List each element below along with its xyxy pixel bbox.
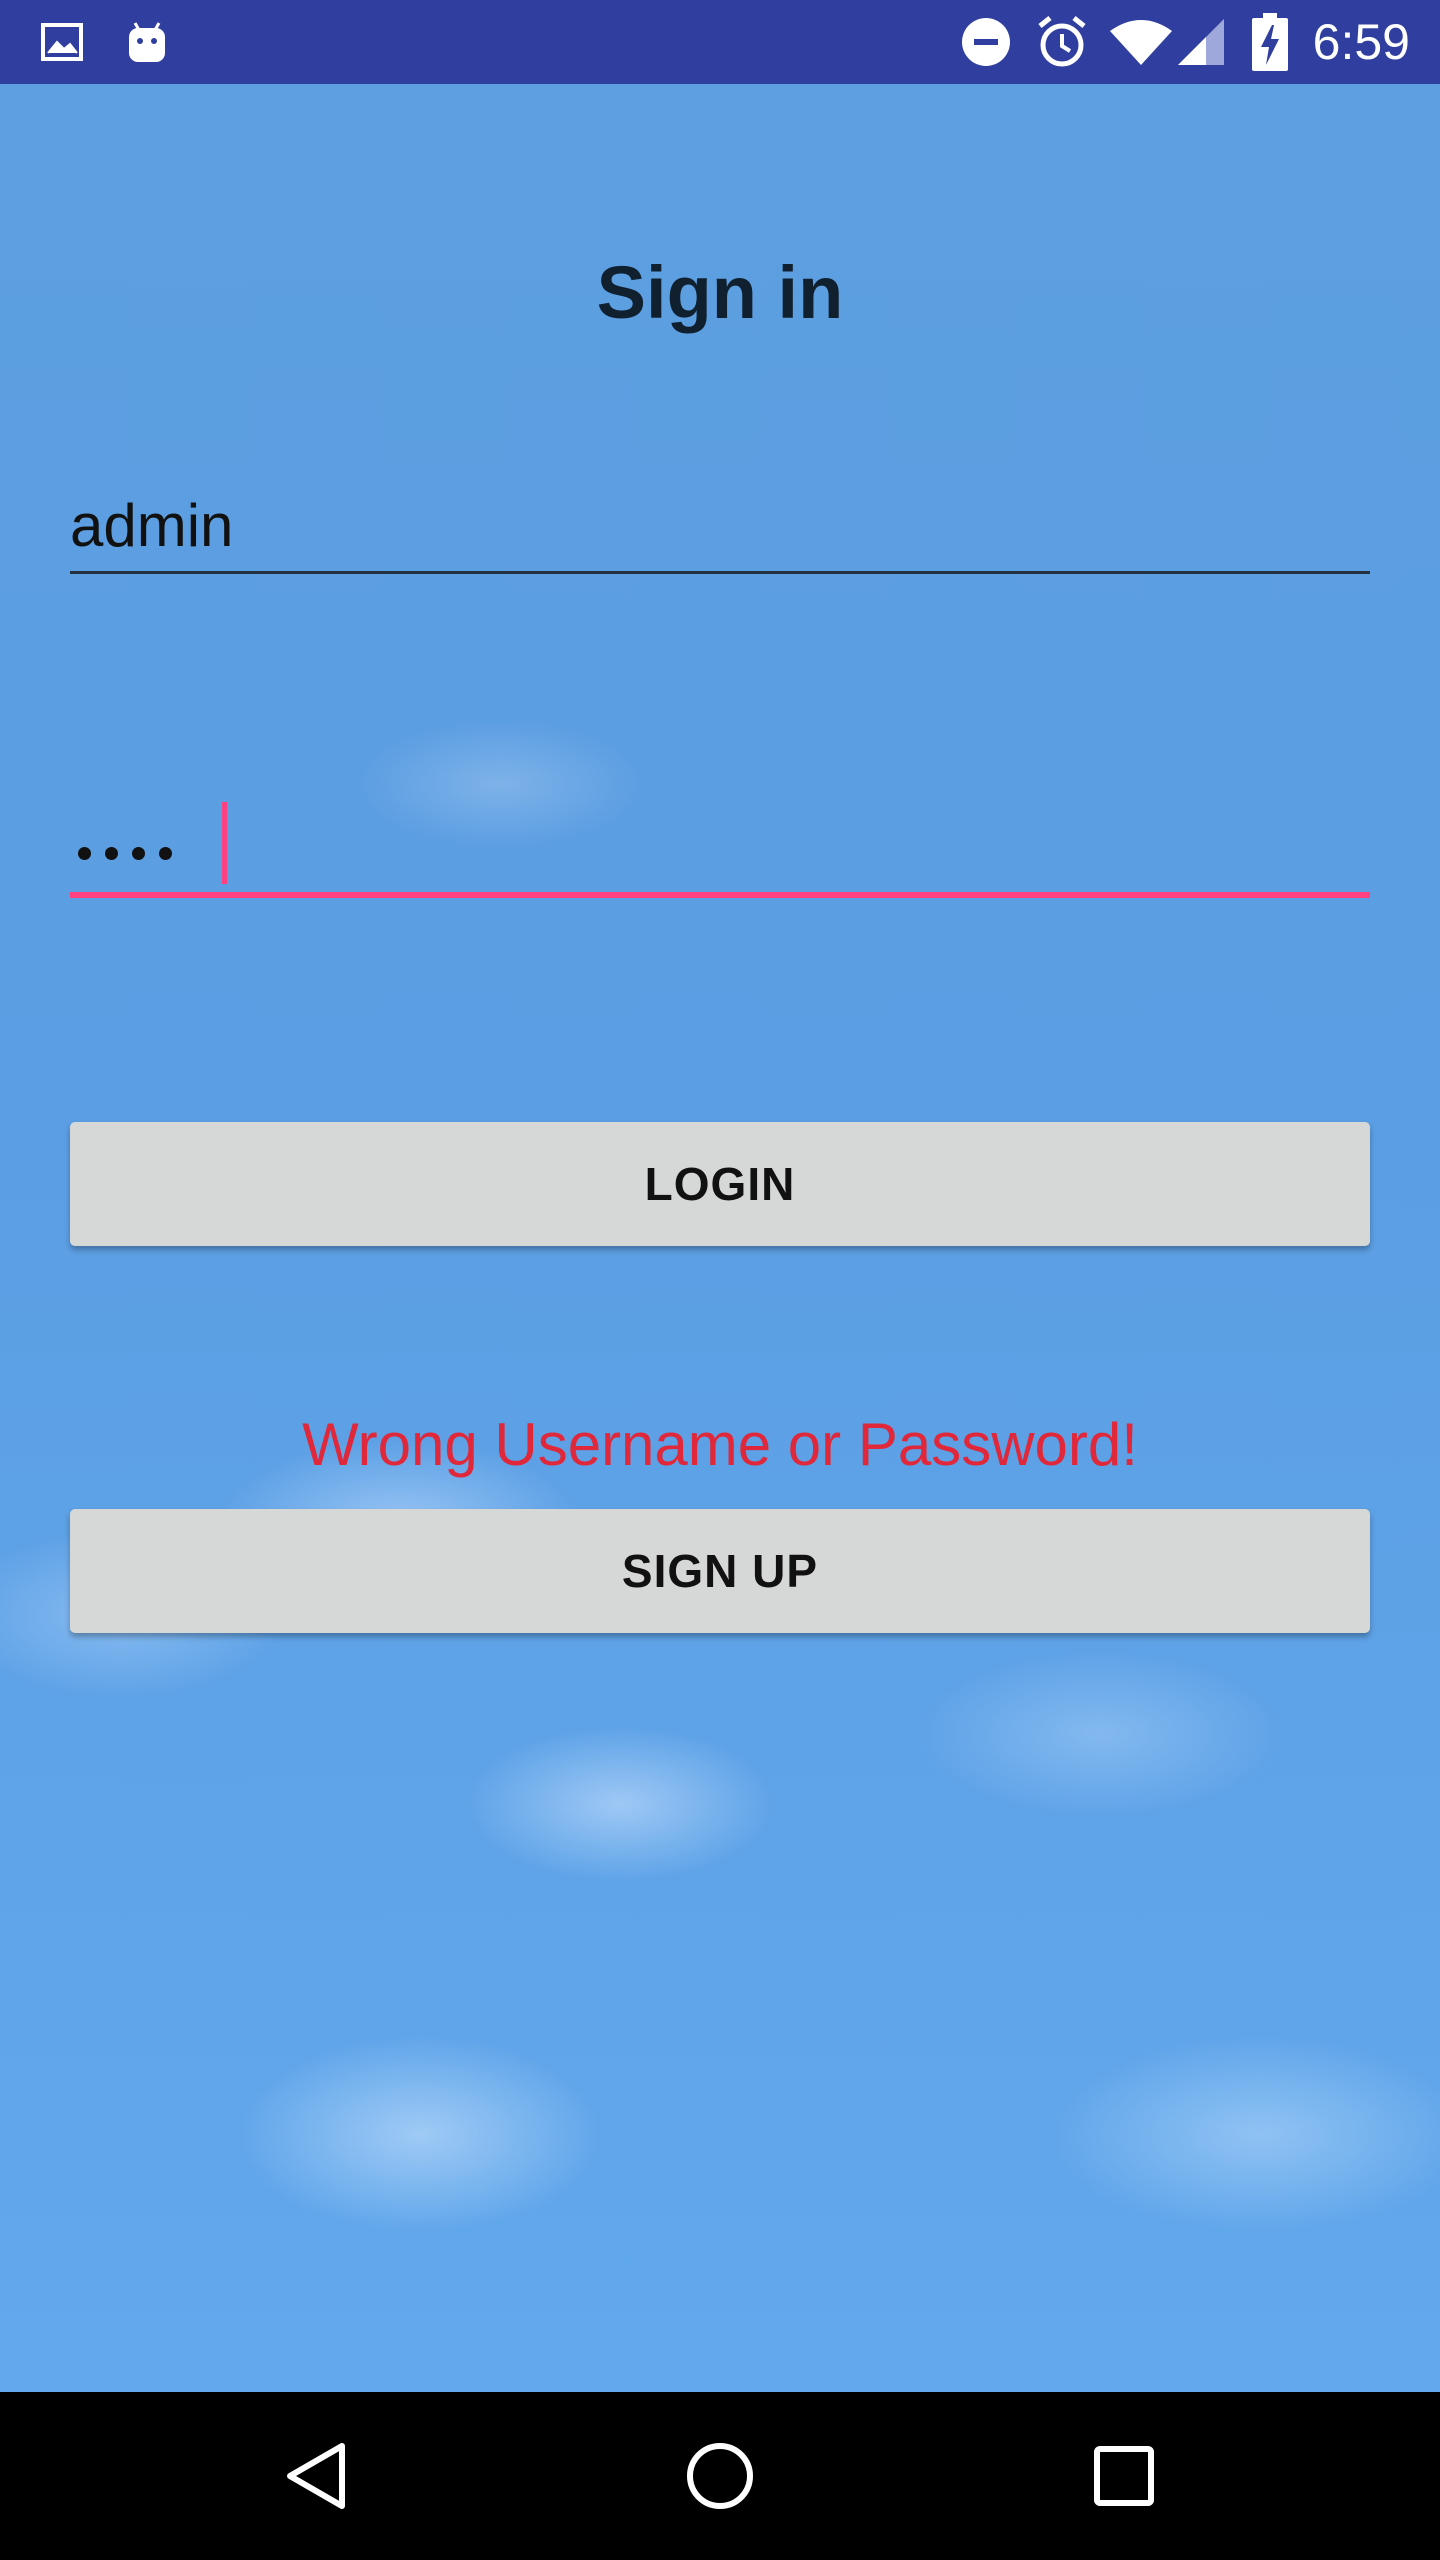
navigation-bar: [0, 2392, 1440, 2560]
battery-charging-icon: [1252, 0, 1288, 84]
android-icon: [124, 0, 170, 84]
password-dot: [78, 847, 91, 860]
text-cursor: [222, 802, 227, 884]
alarm-icon: [1034, 0, 1090, 84]
username-value: admin: [70, 492, 234, 559]
page-title: Sign in: [596, 251, 844, 334]
username-underline: [70, 571, 1370, 574]
signup-button[interactable]: SIGN UP: [70, 1509, 1370, 1633]
password-field[interactable]: [70, 790, 1370, 898]
status-clock: 6:59: [1312, 14, 1410, 70]
password-dot: [159, 847, 172, 860]
recents-icon[interactable]: [1044, 2392, 1204, 2560]
password-dot: [105, 847, 118, 860]
username-field[interactable]: admin: [70, 470, 1370, 574]
password-masked-value: [78, 847, 186, 860]
do-not-disturb-icon: [960, 0, 1012, 84]
home-icon[interactable]: [640, 2392, 800, 2560]
error-message: Wrong Username or Password!: [302, 1411, 1138, 1478]
login-button[interactable]: LOGIN: [70, 1122, 1370, 1246]
status-bar: 6:59: [0, 0, 1440, 84]
back-icon[interactable]: [236, 2392, 396, 2560]
wifi-icon: [1108, 0, 1174, 84]
password-underline: [70, 892, 1370, 898]
password-dot: [132, 847, 145, 860]
image-icon: [40, 0, 84, 84]
cell-signal-icon: [1176, 0, 1226, 84]
